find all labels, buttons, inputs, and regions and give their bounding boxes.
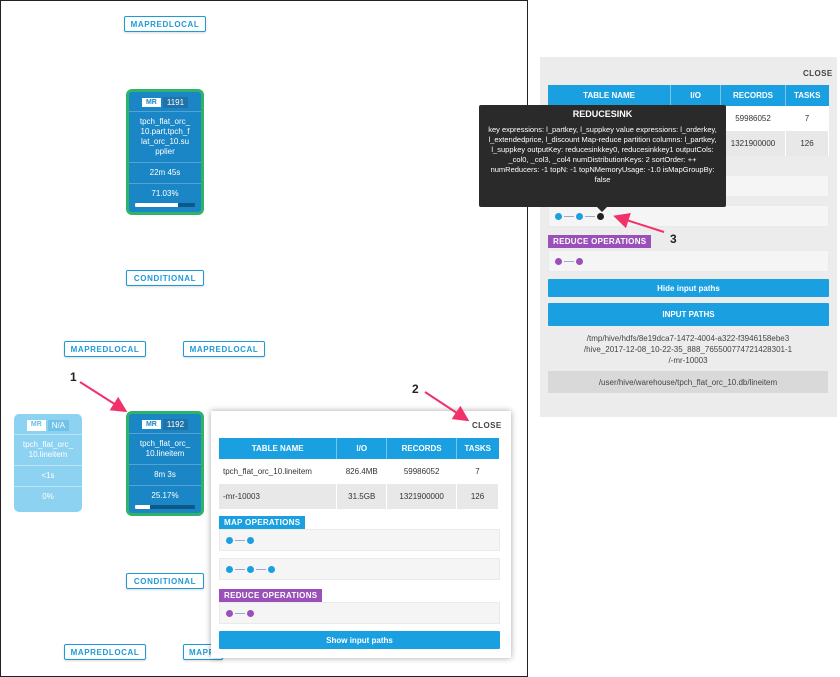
conditional-tag-bottom[interactable]: CONDITIONAL [126,573,204,589]
operator-node[interactable] [268,565,275,573]
mapredlocal-tag-left[interactable]: MAPREDLOCAL [64,341,146,357]
map-operation-row[interactable] [219,529,500,551]
mr-badge: MR [141,98,161,107]
mr-node-1191[interactable]: MR 1191 tpch_flat_orc_ 10.part,tpch_f la… [126,89,204,215]
job-id: 1191 [162,97,189,108]
node-table-name: tpch_flat_orc_ 10.lineitem [14,434,82,465]
map-operation-row[interactable] [548,205,829,227]
callout-1: 1 [70,370,77,384]
node-progress-text: 0% [14,486,82,507]
mapredlocal-tag-top[interactable]: MAPREDLOCAL [124,16,206,32]
operator-node[interactable] [247,536,254,544]
col-table-name: TABLE NAME [219,438,338,459]
col-table-name: TABLE NAME [548,85,672,106]
panel-close-button[interactable]: CLOSE [803,69,833,78]
node-progress-text: 71.03% [129,183,201,201]
col-io: I/O [336,438,388,459]
operator-node[interactable] [226,536,233,544]
col-tasks: TASKS [785,85,829,106]
col-records: RECORDS [386,438,458,459]
operator-tooltip: REDUCESINK key expressions: l_partkey, l… [479,105,726,212]
node-duration: <1s [14,465,82,486]
input-path: /user/hive/warehouse/tpch_flat_orc_10.db… [548,371,828,393]
close-button[interactable]: CLOSE [472,421,502,430]
job-id: N/A [47,420,70,431]
map-operation-row[interactable] [219,558,500,580]
reduce-operation-row[interactable] [219,602,500,624]
mapredlocal-tag-bottom-left[interactable]: MAPREDLOCAL [64,644,146,660]
table-row: -mr-10003 31.5GB 1321900000 126 [219,484,499,509]
mr-badge: MR [26,420,46,431]
col-tasks: TASKS [456,438,499,459]
node-table-name: tpch_flat_orc_ 10.lineitem [129,433,201,464]
input-path: /tmp/hive/hdfs/8e19dca7-1472-4004-a322-f… [583,334,793,365]
table-row: tpch_flat_orc_10.lineitem 826.4MB 599860… [219,459,499,484]
tooltip-title: REDUCESINK [572,109,633,119]
operator-node[interactable] [247,565,254,573]
node-duration: 22m 45s [129,162,201,183]
node-progress-bar [135,505,195,509]
table-stats: TABLE NAME I/O RECORDS TASKS tpch_flat_o… [219,438,499,509]
hide-input-paths-button[interactable]: Hide input paths [548,279,829,297]
input-paths-header: INPUT PATHS [548,303,829,326]
mr-node-1192[interactable]: MR 1192 tpch_flat_orc_ 10.lineitem 8m 3s… [126,411,204,516]
node-progress-text: 25.17% [129,485,201,503]
show-input-paths-button[interactable]: Show input paths [219,631,500,649]
operator-node[interactable] [226,565,233,573]
tooltip-body: key expressions: l_partkey, l_suppkey va… [488,125,717,184]
operator-node[interactable] [555,257,562,265]
node-progress-bar [135,203,195,207]
node-duration: 8m 3s [129,464,201,485]
conditional-tag-top[interactable]: CONDITIONAL [126,270,204,286]
operator-node[interactable] [555,212,562,220]
node-table-name: tpch_flat_orc_ 10.part,tpch_f lat_orc_10… [129,111,201,162]
callout-2: 2 [412,382,419,396]
callout-3: 3 [670,232,677,246]
col-records: RECORDS [720,85,786,106]
reduce-operation-row[interactable] [548,250,829,272]
mr-badge: MR [141,420,161,429]
map-operations-header: MAP OPERATIONS [219,516,306,529]
operator-node[interactable] [226,609,233,617]
vertex-details-popup: CLOSE TABLE NAME I/O RECORDS TASKS tpch_… [211,411,511,658]
dag-canvas[interactable]: MAPREDLOCAL MR 1191 tpch_flat_orc_ 10.pa… [0,0,528,677]
mapredlocal-tag-right[interactable]: MAPREDLOCAL [183,341,265,357]
reducesink-operator-node[interactable] [597,212,604,220]
mr-node-na[interactable]: MR N/A tpch_flat_orc_ 10.lineitem <1s 0% [14,414,82,512]
operator-node[interactable] [576,257,583,265]
col-io: I/O [670,85,722,106]
job-id: 1192 [162,419,189,430]
reduce-operations-header: REDUCE OPERATIONS [219,589,323,602]
reduce-operations-header: REDUCE OPERATIONS [548,235,652,248]
operator-node[interactable] [576,212,583,220]
operator-node[interactable] [247,609,254,617]
